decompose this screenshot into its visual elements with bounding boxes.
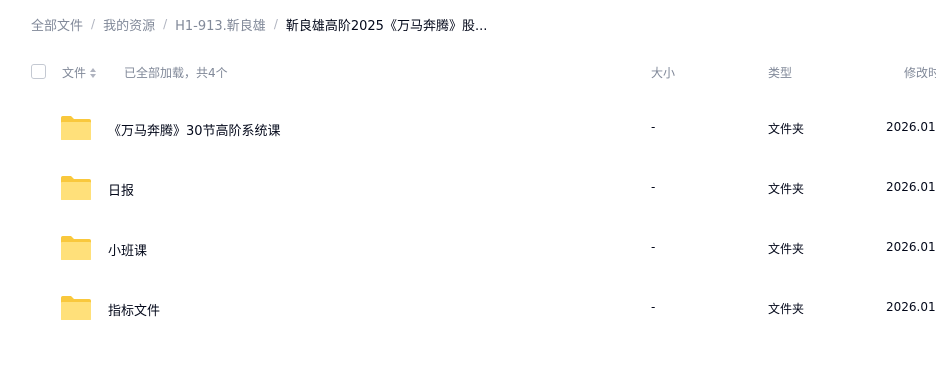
column-header-size[interactable]: 大小 — [651, 64, 675, 81]
file-type: 文件夹 — [768, 242, 805, 256]
breadcrumb-separator: / — [91, 17, 96, 31]
file-size: - — [651, 300, 656, 314]
file-name[interactable]: 小班课 — [108, 240, 147, 259]
file-name[interactable]: 指标文件 — [108, 300, 160, 319]
breadcrumb-my-resources[interactable]: 我的资源 — [103, 15, 155, 34]
column-header-type[interactable]: 类型 — [768, 64, 792, 81]
file-row[interactable]: 日报 - 文件夹 2026.01.1 — [0, 158, 936, 218]
folder-icon — [61, 236, 91, 260]
file-name[interactable]: 日报 — [108, 180, 134, 199]
file-modified-time: 2026.01.1 — [886, 180, 936, 194]
file-row[interactable]: 小班课 - 文件夹 2026.01.1 — [0, 218, 936, 278]
file-size: - — [651, 120, 656, 134]
folder-icon — [61, 116, 91, 140]
file-row[interactable]: 指标文件 - 文件夹 2026.01.1 — [0, 278, 936, 338]
select-all-checkbox[interactable] — [31, 64, 46, 79]
file-size: - — [651, 180, 656, 194]
file-row[interactable]: 《万马奔腾》30节高阶系统课 - 文件夹 2026.01.1 — [0, 98, 936, 158]
file-browser: 全部文件 / 我的资源 / H1-913.靳良雄 / 靳良雄高阶2025《万马奔… — [0, 0, 936, 375]
file-type: 文件夹 — [768, 302, 805, 316]
file-modified-time: 2026.01.1 — [886, 120, 936, 134]
folder-icon — [61, 176, 91, 200]
load-status-text: 已全部加载，共4个 — [124, 66, 228, 80]
file-modified-time: 2026.01.1 — [886, 300, 936, 314]
breadcrumb: 全部文件 / 我的资源 / H1-913.靳良雄 / 靳良雄高阶2025《万马奔… — [31, 14, 487, 34]
file-list-header: 文件 已全部加载，共4个 大小 类型 修改时 — [0, 60, 936, 86]
folder-icon — [61, 296, 91, 320]
file-type: 文件夹 — [768, 122, 805, 136]
file-type: 文件夹 — [768, 182, 805, 196]
breadcrumb-h1-913[interactable]: H1-913.靳良雄 — [175, 15, 266, 34]
breadcrumb-separator: / — [163, 17, 168, 31]
column-name-label: 文件 — [62, 66, 87, 80]
breadcrumb-current-folder: 靳良雄高阶2025《万马奔腾》股... — [285, 18, 488, 34]
column-header-name[interactable]: 文件 — [62, 64, 97, 81]
file-list: 《万马奔腾》30节高阶系统课 - 文件夹 2026.01.1 日报 - 文件夹 … — [0, 98, 936, 338]
file-modified-time: 2026.01.1 — [886, 240, 936, 254]
breadcrumb-all-files[interactable]: 全部文件 — [31, 15, 83, 34]
file-name[interactable]: 《万马奔腾》30节高阶系统课 — [108, 120, 281, 139]
column-header-modified[interactable]: 修改时 — [904, 64, 936, 81]
file-size: - — [651, 240, 656, 254]
breadcrumb-separator: / — [273, 17, 278, 31]
sort-icon — [90, 67, 97, 78]
